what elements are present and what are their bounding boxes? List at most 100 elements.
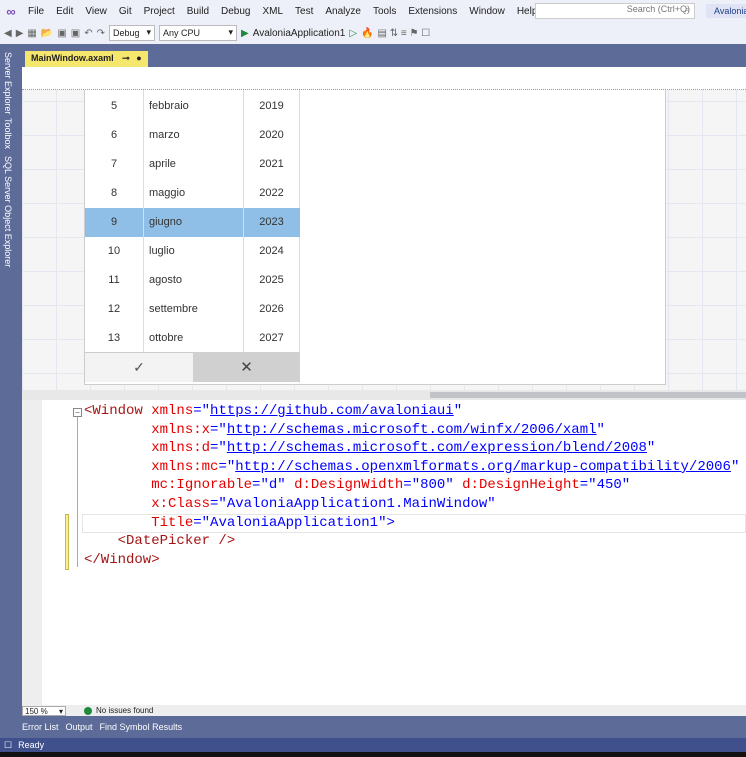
picker-row[interactable]: 10 luglio 2024 (85, 237, 300, 266)
code-token: mc:Ignorable (151, 477, 253, 494)
picker-year[interactable]: 2027 (243, 332, 300, 344)
menu-tools[interactable]: Tools (367, 6, 402, 17)
zoom-select[interactable]: 150 % ▾ (22, 705, 66, 716)
horizontal-scrollbar[interactable] (22, 390, 746, 400)
check-circle-icon (84, 706, 92, 715)
picker-month[interactable]: luglio (149, 245, 175, 257)
zoom-value: 150 % (25, 706, 48, 716)
picker-year[interactable]: 2021 (243, 158, 300, 170)
picker-day[interactable]: 13 (85, 332, 143, 344)
picker-year[interactable]: 2023 (243, 216, 300, 228)
picker-day[interactable]: 5 (85, 100, 143, 112)
code-link[interactable]: http://schemas.microsoft.com/winfx/2006/… (227, 422, 597, 438)
code-link[interactable]: http://schemas.openxmlformats.org/markup… (235, 459, 731, 475)
open-icon[interactable]: 📂 (41, 28, 53, 39)
platform-select[interactable]: Any CPU (159, 25, 237, 41)
start-without-debug-icon[interactable]: ▷ (349, 28, 357, 39)
redo-icon[interactable]: ↷ (97, 28, 105, 39)
status-bar: ☐ Ready (0, 738, 746, 752)
tab-mainwindow-axaml[interactable]: MainWindow.axaml ⊸ ● (25, 51, 148, 67)
tab-output[interactable]: Output (66, 722, 93, 732)
dismiss-button[interactable]: ✕ (193, 352, 300, 382)
menu-analyze[interactable]: Analyze (319, 6, 367, 17)
sidebar-toolbox[interactable]: Toolbox (3, 118, 13, 149)
code-token: 800 (420, 477, 446, 494)
picker-month[interactable]: giugno (149, 216, 182, 228)
close-icon: ✕ (240, 359, 253, 376)
menu-build[interactable]: Build (181, 6, 215, 17)
menu-extensions[interactable]: Extensions (402, 6, 463, 17)
picker-month[interactable]: agosto (149, 274, 182, 286)
output-window-icon[interactable]: ☐ (4, 740, 12, 751)
picker-month[interactable]: settembre (149, 303, 198, 315)
issues-indicator[interactable]: No issues found (84, 706, 153, 715)
picker-day[interactable]: 9 (85, 216, 143, 228)
start-icon[interactable]: ▶ (241, 28, 249, 39)
menu-test[interactable]: Test (289, 6, 319, 17)
picker-day[interactable]: 12 (85, 303, 143, 315)
picker-day[interactable]: 10 (85, 245, 143, 257)
toolbar-misc-icon[interactable]: ▤ ⇅ ≡ ⚑ ☐ (378, 28, 431, 39)
tab-find-symbol-results[interactable]: Find Symbol Results (100, 722, 183, 732)
code-link[interactable]: https://github.com/avaloniaui (210, 403, 454, 419)
picker-year[interactable]: 2019 (243, 100, 300, 112)
search-icon: ⌕ (684, 4, 690, 14)
picker-year[interactable]: 2026 (243, 303, 300, 315)
picker-day[interactable]: 6 (85, 129, 143, 141)
picker-row[interactable]: 11 agosto 2025 (85, 266, 300, 295)
menu-view[interactable]: View (79, 6, 113, 17)
accept-button[interactable]: ✓ (85, 352, 193, 382)
picker-month[interactable]: maggio (149, 187, 185, 199)
back-icon[interactable]: ◀ (4, 28, 12, 39)
picker-row[interactable]: 6 marzo 2020 (85, 121, 300, 150)
collapse-icon[interactable]: − (73, 408, 82, 417)
menu-xml[interactable]: XML (256, 6, 289, 17)
picker-month[interactable]: febbraio (149, 100, 189, 112)
code-token: </Window> (84, 551, 160, 568)
picker-day[interactable]: 8 (85, 187, 143, 199)
tab-error-list[interactable]: Error List (22, 722, 59, 732)
picker-month[interactable]: aprile (149, 158, 176, 170)
sidebar-sql-server-object-explorer[interactable]: SQL Server Object Explorer (3, 156, 13, 267)
picker-day[interactable]: 11 (85, 274, 143, 286)
menu-debug[interactable]: Debug (215, 6, 256, 17)
menu-window[interactable]: Window (463, 6, 511, 17)
menu-git[interactable]: Git (113, 6, 138, 17)
picker-row[interactable]: 7 aprile 2021 (85, 150, 300, 179)
configuration-select[interactable]: Debug (109, 25, 155, 41)
hot-reload-icon[interactable]: 🔥 (361, 28, 373, 39)
run-target-button[interactable]: AvaloniaApplication1 (253, 28, 346, 39)
code-link[interactable]: http://schemas.microsoft.com/expression/… (227, 440, 647, 456)
picker-month[interactable]: ottobre (149, 332, 183, 344)
sidebar-server-explorer[interactable]: Server Explorer (3, 52, 13, 115)
picker-row[interactable]: 12 settembre 2026 (85, 295, 300, 324)
picker-year[interactable]: 2024 (243, 245, 300, 257)
picker-day[interactable]: 7 (85, 158, 143, 170)
scrollbar-thumb[interactable] (430, 392, 746, 398)
picker-year[interactable]: 2025 (243, 274, 300, 286)
picker-year[interactable]: 2020 (243, 129, 300, 141)
code-token: xmlns:x (151, 421, 211, 438)
code-editor[interactable]: − <Window xmlns="https://github.com/aval… (22, 400, 746, 705)
search-input[interactable]: Search (Ctrl+Q) ⌕ (535, 3, 695, 19)
picker-row[interactable]: 5 febbraio 2019 (85, 92, 300, 121)
picker-row[interactable]: 8 maggio 2022 (85, 179, 300, 208)
left-tool-sidebar: Server Explorer Toolbox SQL Server Objec… (0, 44, 22, 714)
save-all-icon[interactable]: ▣ (71, 28, 80, 39)
forward-icon[interactable]: ▶ (16, 28, 24, 39)
picker-row[interactable]: 13 ottobre 2027 (85, 324, 300, 353)
picker-year[interactable]: 2022 (243, 187, 300, 199)
app-name-badge[interactable]: Avalonia (706, 4, 746, 18)
save-icon[interactable]: ▣ (57, 28, 66, 39)
picker-month[interactable]: marzo (149, 129, 180, 141)
code-token: xmlns:mc (151, 458, 219, 475)
new-project-icon[interactable]: ▦ (27, 28, 36, 39)
menu-file[interactable]: File (22, 6, 50, 17)
undo-icon[interactable]: ↶ (84, 28, 92, 39)
pin-icon[interactable]: ⊸ (122, 53, 130, 63)
search-placeholder: Search (Ctrl+Q) (626, 4, 690, 14)
menu-edit[interactable]: Edit (50, 6, 79, 17)
xaml-code[interactable]: <Window xmlns="https://github.com/avalon… (84, 402, 739, 569)
menu-project[interactable]: Project (138, 6, 181, 17)
picker-row-selected[interactable]: 9 giugno 2023 (85, 208, 300, 237)
